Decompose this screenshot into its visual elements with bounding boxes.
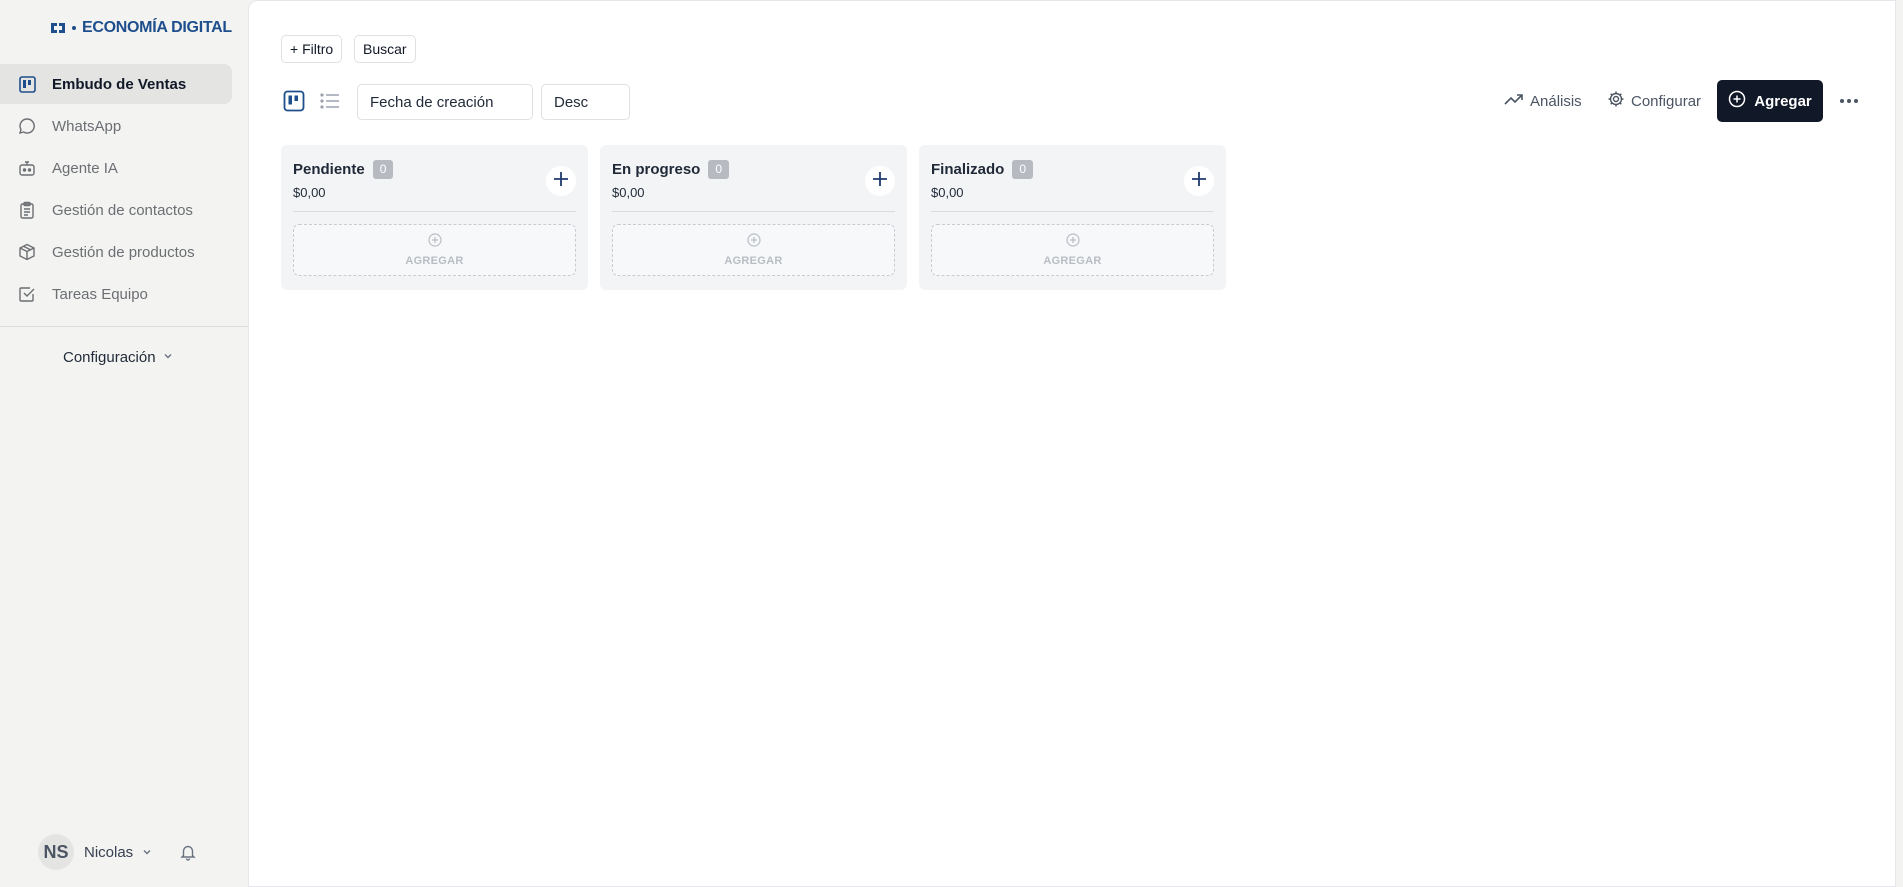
column-count-badge: 0	[372, 160, 394, 179]
plus-circle-icon	[746, 233, 761, 252]
chat-bubble-icon	[18, 117, 36, 135]
column-divider	[293, 211, 576, 212]
logo-dot	[72, 26, 76, 30]
list-view-icon[interactable]	[318, 89, 342, 113]
user-menu[interactable]: NS Nicolas	[38, 834, 197, 870]
sidebar-item-embudo-de-ventas[interactable]: Embudo de Ventas	[0, 64, 232, 104]
sort-order-select[interactable]: Desc	[541, 84, 630, 120]
sidebar-item-gestion-de-contactos[interactable]: Gestión de contactos	[0, 190, 232, 230]
chevron-down-icon	[162, 349, 174, 366]
config-label: Configuración	[63, 348, 156, 366]
plus-circle-icon	[1728, 90, 1746, 112]
add-card-dropzone[interactable]: AGREGAR	[612, 224, 895, 276]
sidebar-item-label: Gestión de contactos	[52, 201, 193, 219]
avatar[interactable]: NS	[38, 834, 74, 870]
kanban-column: Finalizado 0 $0,00 AGREGAR	[919, 145, 1226, 290]
column-title: Pendiente	[293, 161, 365, 178]
sidebar-divider	[0, 326, 248, 327]
clipboard-icon	[18, 201, 36, 219]
kanban-column: Pendiente 0 $0,00 AGREGAR	[281, 145, 588, 290]
add-card-label: AGREGAR	[1043, 255, 1102, 267]
column-count-badge: 0	[1012, 160, 1034, 179]
sidebar-item-gestion-de-productos[interactable]: Gestión de productos	[0, 232, 232, 272]
column-total: $0,00	[293, 185, 326, 200]
sidebar-item-agente-ia[interactable]: Agente IA	[0, 148, 232, 188]
plus-circle-icon	[427, 233, 442, 252]
package-icon	[18, 243, 36, 261]
bell-icon[interactable]	[179, 843, 197, 861]
sidebar-item-tareas-equipo[interactable]: Tareas Equipo	[0, 274, 232, 314]
sidebar-item-label: Embudo de Ventas	[52, 75, 187, 93]
bot-icon	[18, 159, 36, 177]
kanban-column: En progreso 0 $0,00 AGREGAR	[600, 145, 907, 290]
sidebar-nav: Embudo de Ventas WhatsApp Agente IA Gest…	[0, 64, 248, 369]
gear-icon	[1607, 90, 1625, 112]
kanban-view-icon[interactable]	[282, 89, 306, 113]
analytics-link[interactable]: Análisis	[1504, 89, 1582, 113]
column-divider	[612, 211, 895, 212]
brand-logo[interactable]: ECONOMÍA DIGITAL	[50, 18, 232, 38]
sidebar-item-whatsapp[interactable]: WhatsApp	[0, 106, 232, 146]
column-total: $0,00	[931, 185, 964, 200]
sidebar-item-label: Gestión de productos	[52, 243, 195, 261]
plus-icon	[553, 171, 569, 192]
configure-label: Configurar	[1631, 92, 1702, 110]
sidebar: ECONOMÍA DIGITAL Embudo de Ventas WhatsA…	[0, 0, 248, 887]
add-card-dropzone[interactable]: AGREGAR	[293, 224, 576, 276]
analytics-label: Análisis	[1530, 92, 1582, 110]
checkbox-icon	[18, 285, 36, 303]
column-divider	[931, 211, 1214, 212]
column-title: En progreso	[612, 161, 701, 178]
search-button[interactable]: Buscar	[354, 35, 416, 63]
column-add-button[interactable]	[865, 166, 895, 196]
configure-link[interactable]: Configurar	[1607, 89, 1701, 113]
logo-mark-icon	[50, 21, 66, 35]
column-title: Finalizado	[931, 161, 1005, 178]
logo-text: ECONOMÍA DIGITAL	[82, 19, 232, 36]
add-card-label: AGREGAR	[724, 255, 783, 267]
column-add-button[interactable]	[1184, 166, 1214, 196]
column-header: Pendiente 0	[293, 160, 394, 179]
column-count-badge: 0	[708, 160, 730, 179]
more-options-icon[interactable]	[1837, 89, 1861, 113]
add-card-dropzone[interactable]: AGREGAR	[931, 224, 1214, 276]
add-button[interactable]: Agregar	[1717, 80, 1823, 122]
config-menu-toggle[interactable]: Configuración	[63, 345, 248, 369]
column-total: $0,00	[612, 185, 645, 200]
chevron-down-icon[interactable]	[141, 846, 153, 858]
sidebar-item-label: Agente IA	[52, 159, 118, 177]
add-card-label: AGREGAR	[405, 255, 464, 267]
sidebar-item-label: Tareas Equipo	[52, 285, 148, 303]
column-add-button[interactable]	[546, 166, 576, 196]
user-name[interactable]: Nicolas	[84, 844, 133, 861]
trending-up-icon	[1504, 92, 1524, 110]
main-content: + Filtro Buscar Fecha de creación Desc A…	[248, 0, 1896, 887]
column-header: Finalizado 0	[931, 160, 1034, 179]
filter-button[interactable]: + Filtro	[281, 35, 343, 63]
column-header: En progreso 0	[612, 160, 730, 179]
sidebar-item-label: WhatsApp	[52, 117, 122, 135]
kanban-icon	[18, 75, 36, 93]
plus-icon	[1191, 171, 1207, 192]
add-button-label: Agregar	[1754, 92, 1812, 110]
plus-icon	[872, 171, 888, 192]
plus-circle-icon	[1065, 233, 1080, 252]
sort-field-select[interactable]: Fecha de creación	[357, 84, 533, 120]
